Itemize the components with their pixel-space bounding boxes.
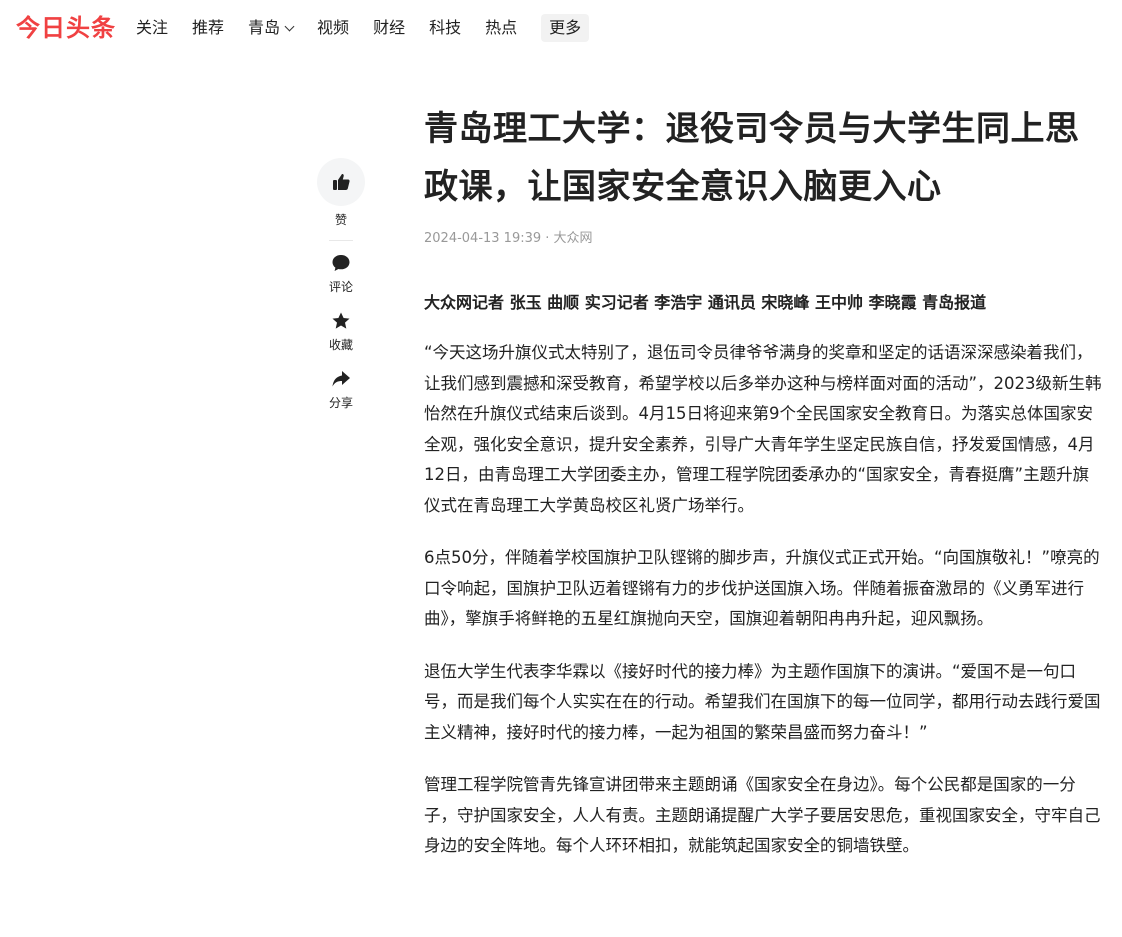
article-title: 青岛理工大学：退役司令员与大学生同上思政课，让国家安全意识入脑更入心 [424, 109, 1080, 207]
share-button[interactable]: 分享 [329, 369, 353, 411]
nav-item-label: 推荐 [192, 18, 225, 37]
sidebar-divider [329, 240, 353, 241]
nav-item-label: 财经 [373, 18, 406, 37]
nav-item-finance[interactable]: 财经 [373, 14, 405, 42]
main-nav: 关注 推荐 青岛 视频 财经 科技 热点 更多 [136, 14, 613, 42]
thumbs-up-icon [333, 174, 350, 190]
nav-item-label: 视频 [317, 18, 350, 37]
article-action-sidebar: 赞 评论 收藏 分享 [316, 158, 366, 427]
nav-item-label: 关注 [136, 18, 169, 37]
article: 青岛理工大学：退役司令员与大学生同上思政课，让国家安全意识入脑更入心 2024-… [424, 100, 1104, 862]
nav-item-more[interactable]: 更多 [541, 14, 590, 42]
favorite-label: 收藏 [328, 338, 353, 352]
nav-item-city[interactable]: 青岛 [248, 14, 295, 42]
site-logo[interactable]: 今日头条 [16, 0, 116, 56]
article-paragraph: 6点50分，伴随着学校国旗护卫队铿锵的脚步声，升旗仪式正式开始。“向国旗敬礼！”… [424, 548, 1100, 628]
nav-item-tech[interactable]: 科技 [429, 14, 461, 42]
top-navigation-bar: 今日头条 关注 推荐 青岛 视频 财经 科技 热点 更多 [0, 0, 1122, 56]
like-label: 赞 [334, 213, 347, 227]
article-byline: 大众网记者 张玉 曲顺 实习记者 李浩宇 通讯员 宋晓峰 王中帅 李晓霞 青岛报… [424, 293, 987, 312]
article-paragraph: “今天这场升旗仪式太特别了，退伍司令员律爷爷满身的奖章和坚定的话语深深感染着我们… [424, 343, 1102, 515]
article-paragraph: 管理工程学院管青先锋宣讲团带来主题朗诵《国家安全在身边》。每个公民都是国家的一分… [424, 775, 1101, 855]
like-circle[interactable] [317, 158, 365, 206]
share-icon [332, 371, 350, 387]
article-paragraph: 退伍大学生代表李华霖以《接好时代的接力棒》为主题作国旗下的演讲。“爱国不是一句口… [424, 661, 1101, 742]
star-icon [332, 312, 350, 329]
nav-item-video[interactable]: 视频 [317, 14, 349, 42]
favorite-button[interactable]: 收藏 [329, 311, 353, 353]
comment-label: 评论 [328, 280, 353, 294]
nav-item-follow[interactable]: 关注 [136, 14, 168, 42]
nav-item-hot[interactable]: 热点 [485, 14, 517, 42]
nav-item-label: 科技 [429, 18, 462, 37]
like-button[interactable]: 赞 [317, 158, 365, 228]
comment-button[interactable]: 评论 [329, 253, 353, 295]
nav-item-label: 青岛 [248, 18, 281, 37]
nav-item-label: 更多 [549, 18, 582, 37]
nav-item-label: 热点 [485, 18, 518, 37]
comment-icon [332, 255, 350, 271]
article-meta: 2024-04-13 19:39 · 大众网 [424, 231, 593, 246]
share-label: 分享 [328, 396, 353, 410]
chevron-down-icon [284, 21, 295, 31]
nav-item-recommend[interactable]: 推荐 [192, 14, 224, 42]
